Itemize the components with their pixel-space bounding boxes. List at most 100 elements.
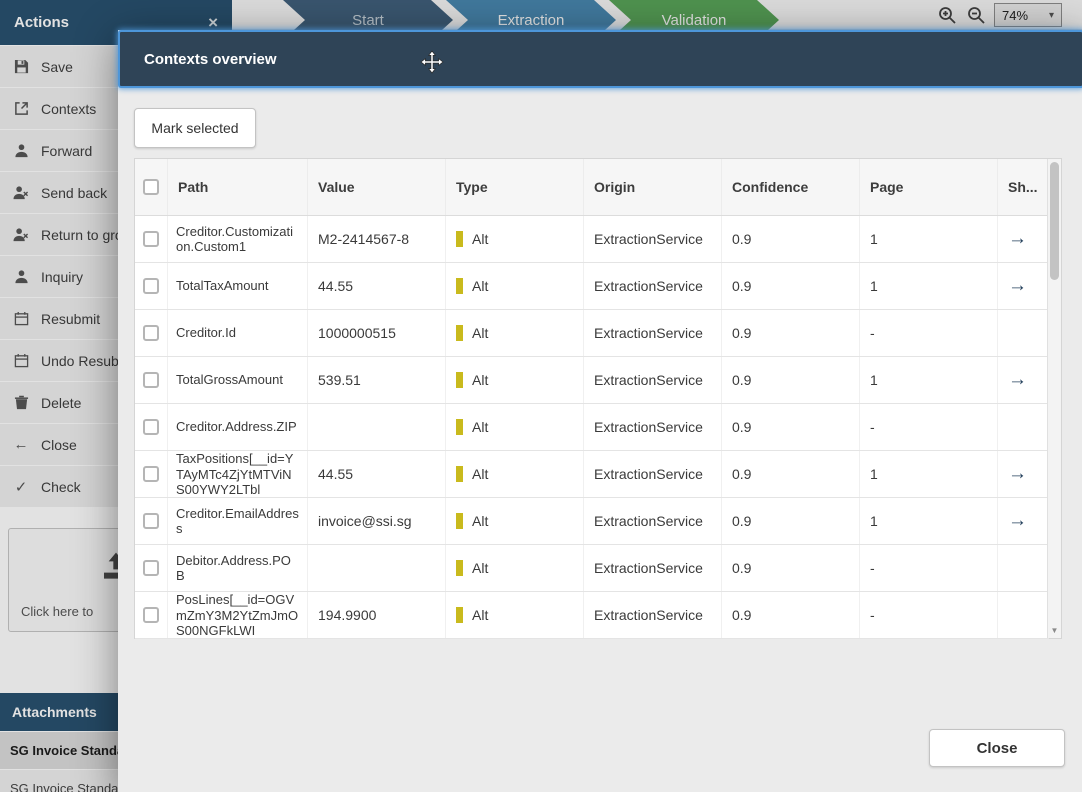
select-all-cell — [135, 159, 167, 215]
type-marker-icon — [456, 560, 463, 576]
column-header: Page — [859, 159, 997, 215]
move-cursor-icon — [420, 50, 444, 78]
table-body: Creditor.Customization.Custom1 M2-241456… — [135, 216, 1061, 639]
close-button[interactable]: Close — [929, 729, 1065, 767]
row-checkbox-cell — [135, 357, 167, 403]
cell-show: → — [997, 545, 1049, 591]
row-checkbox[interactable] — [143, 372, 159, 388]
type-marker-icon — [456, 419, 463, 435]
table-row: TotalGrossAmount 539.51 Alt ExtractionSe… — [135, 357, 1049, 404]
row-checkbox[interactable] — [143, 607, 159, 623]
cell-type: Alt — [445, 310, 583, 356]
cell-value: invoice@ssi.sg — [307, 498, 445, 544]
cell-type: Alt — [445, 592, 583, 638]
cell-type: Alt — [445, 545, 583, 591]
cell-origin: ExtractionService — [583, 592, 721, 638]
row-checkbox-cell — [135, 216, 167, 262]
goto-page-arrow-icon[interactable]: → — [1008, 228, 1027, 250]
row-checkbox[interactable] — [143, 513, 159, 529]
cell-value: M2-2414567-8 — [307, 216, 445, 262]
type-marker-icon — [456, 466, 463, 482]
cell-path: Creditor.Id — [167, 310, 307, 356]
type-marker-icon — [456, 278, 463, 294]
cell-confidence: 0.9 — [721, 357, 859, 403]
row-checkbox[interactable] — [143, 466, 159, 482]
modal-title-bar[interactable]: Contexts overview — [118, 30, 1082, 88]
cell-page: 1 — [859, 216, 997, 262]
table-row: Creditor.EmailAddress invoice@ssi.sg Alt… — [135, 498, 1049, 545]
cell-show: → — [997, 451, 1049, 497]
type-marker-icon — [456, 513, 463, 529]
column-header: Confidence — [721, 159, 859, 215]
table-row: TotalTaxAmount 44.55 Alt ExtractionServi… — [135, 263, 1049, 310]
type-marker-icon — [456, 325, 463, 341]
close-button-label: Close — [976, 739, 1018, 757]
table-header-row: Path Value Type Origin Confidence Page S… — [135, 159, 1049, 216]
row-checkbox[interactable] — [143, 325, 159, 341]
contexts-overview-modal: Contexts overview Mark selected Path Val… — [118, 30, 1082, 792]
goto-page-arrow-icon[interactable]: → — [1008, 275, 1027, 297]
row-checkbox[interactable] — [143, 419, 159, 435]
cell-type: Alt — [445, 263, 583, 309]
cell-type: Alt — [445, 216, 583, 262]
cell-origin: ExtractionService — [583, 357, 721, 403]
scrollbar-thumb[interactable] — [1050, 162, 1059, 280]
cell-path: Creditor.EmailAddress — [167, 498, 307, 544]
cell-origin: ExtractionService — [583, 310, 721, 356]
table-row: Creditor.Address.ZIP Alt ExtractionServi… — [135, 404, 1049, 451]
cell-path: Debitor.Address.POB — [167, 545, 307, 591]
cell-confidence: 0.9 — [721, 451, 859, 497]
cell-page: 1 — [859, 498, 997, 544]
cell-origin: ExtractionService — [583, 263, 721, 309]
cell-confidence: 0.9 — [721, 263, 859, 309]
cell-origin: ExtractionService — [583, 545, 721, 591]
table-row: Creditor.Customization.Custom1 M2-241456… — [135, 216, 1049, 263]
cell-page: 1 — [859, 263, 997, 309]
row-checkbox-cell — [135, 545, 167, 591]
cell-page: - — [859, 404, 997, 450]
goto-page-arrow-icon[interactable]: → — [1008, 510, 1027, 532]
type-marker-icon — [456, 231, 463, 247]
cell-show: → — [997, 357, 1049, 403]
cell-page: 1 — [859, 357, 997, 403]
cell-page: - — [859, 310, 997, 356]
row-checkbox[interactable] — [143, 560, 159, 576]
cell-value: 194.9900 — [307, 592, 445, 638]
cell-show: → — [997, 592, 1049, 638]
row-checkbox-cell — [135, 404, 167, 450]
row-checkbox-cell — [135, 310, 167, 356]
row-checkbox-cell — [135, 592, 167, 638]
row-checkbox[interactable] — [143, 231, 159, 247]
cell-confidence: 0.9 — [721, 498, 859, 544]
cell-type: Alt — [445, 451, 583, 497]
cell-page: 1 — [859, 451, 997, 497]
cell-value — [307, 404, 445, 450]
mark-selected-label: Mark selected — [151, 120, 239, 136]
row-checkbox[interactable] — [143, 278, 159, 294]
table-row: Creditor.Id 1000000515 Alt ExtractionSer… — [135, 310, 1049, 357]
goto-page-arrow-icon[interactable]: → — [1008, 369, 1027, 391]
table-row: Debitor.Address.POB Alt ExtractionServic… — [135, 545, 1049, 592]
scrollbar-down-icon[interactable]: ▼ — [1048, 623, 1061, 637]
row-checkbox-cell — [135, 451, 167, 497]
cell-path: Creditor.Customization.Custom1 — [167, 216, 307, 262]
cell-type: Alt — [445, 357, 583, 403]
mark-selected-button[interactable]: Mark selected — [134, 108, 256, 148]
cell-value: 44.55 — [307, 451, 445, 497]
cell-show: → — [997, 404, 1049, 450]
cell-confidence: 0.9 — [721, 592, 859, 638]
cell-confidence: 0.9 — [721, 310, 859, 356]
column-header: Origin — [583, 159, 721, 215]
cell-value: 44.55 — [307, 263, 445, 309]
cell-path: TotalTaxAmount — [167, 263, 307, 309]
cell-confidence: 0.9 — [721, 404, 859, 450]
column-header: Sh... — [997, 159, 1049, 215]
select-all-checkbox[interactable] — [143, 179, 159, 195]
table-scrollbar[interactable]: ▼ — [1047, 159, 1061, 638]
type-marker-icon — [456, 607, 463, 623]
cell-origin: ExtractionService — [583, 498, 721, 544]
table-row: PosLines[__id=OGVmZmY3M2YtZmJmOS00NGFkLW… — [135, 592, 1049, 639]
cell-type: Alt — [445, 498, 583, 544]
goto-page-arrow-icon[interactable]: → — [1008, 463, 1027, 485]
modal-title: Contexts overview — [144, 50, 277, 68]
